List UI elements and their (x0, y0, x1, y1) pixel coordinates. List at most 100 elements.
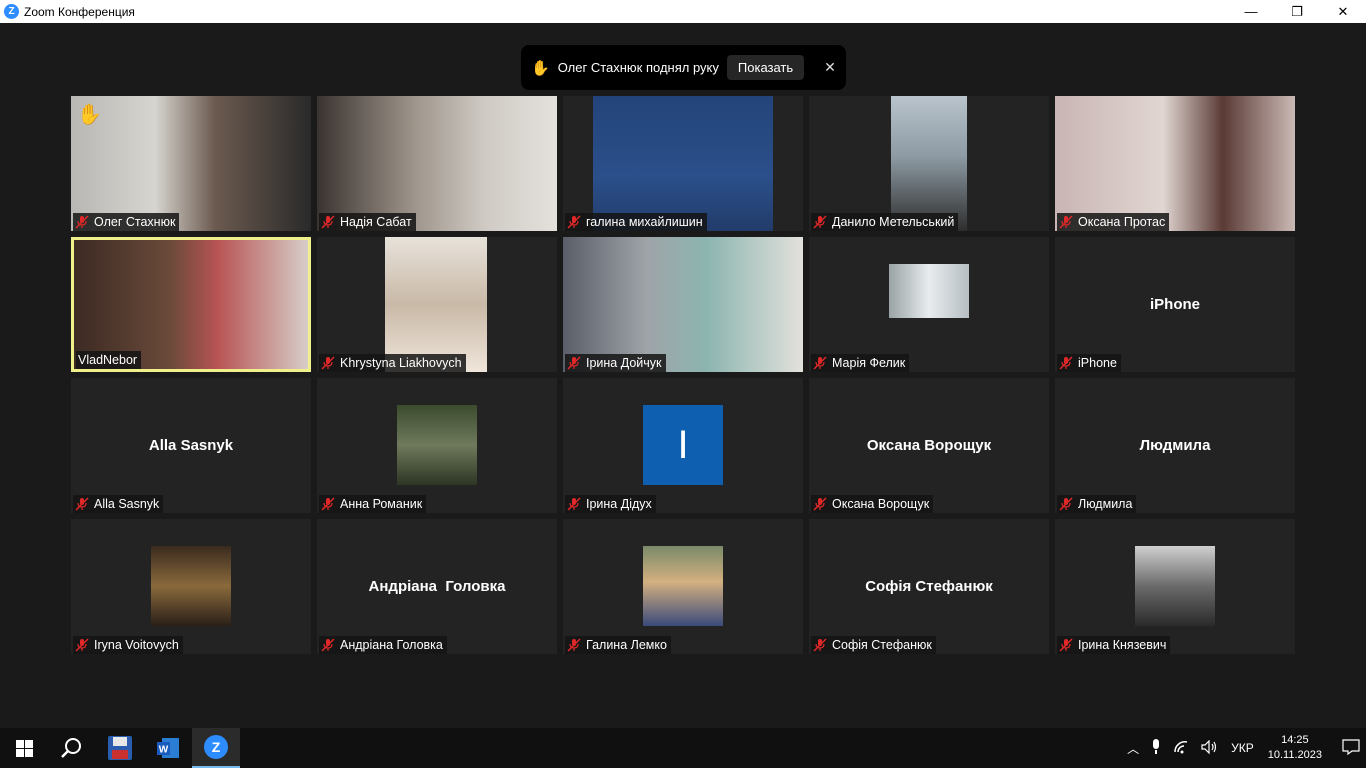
participant-video (643, 546, 723, 626)
participant-name-label: Ірина Дойчук (565, 354, 666, 372)
participant-name: галина михайлишин (586, 215, 703, 229)
participant-name-label: Анна Романик (319, 495, 427, 513)
participant-display-name: Оксана Ворощук (866, 437, 992, 454)
participant-name: Ірина Дідух (586, 497, 652, 511)
raised-hand-icon: ✋ (531, 59, 550, 77)
participant-tile[interactable]: Ірина Князевич (1055, 519, 1295, 654)
muted-mic-icon (321, 215, 335, 229)
participant-tile[interactable]: Alla Sasnyk Alla Sasnyk (71, 378, 311, 513)
participant-video (891, 96, 967, 231)
notifications-icon[interactable] (1342, 738, 1360, 758)
participant-tile[interactable]: Оксана Ворощук Оксана Ворощук (809, 378, 1049, 513)
maximize-button[interactable]: ❐ (1274, 0, 1320, 23)
participant-tile[interactable]: Ірина Дойчук (563, 237, 803, 372)
participant-name-label: Надія Сабат (319, 213, 416, 231)
participant-name-label: Ірина Дідух (565, 495, 656, 513)
muted-mic-icon (567, 215, 581, 229)
participant-name-label: галина михайлишин (565, 213, 707, 231)
clock-date: 10.11.2023 (1267, 749, 1322, 761)
participant-name-label: Данило Метельський (811, 213, 959, 231)
volume-icon[interactable] (1201, 739, 1219, 757)
participant-name: Олег Стахнюк (94, 215, 176, 229)
window-controls: — ❐ ✕ (1228, 0, 1366, 23)
muted-mic-icon (813, 356, 827, 370)
participant-display-name: Андріана Головка (368, 578, 506, 595)
participant-name-label: Ірина Князевич (1057, 636, 1171, 654)
participant-tile[interactable]: галина михайлишин (563, 96, 803, 231)
muted-mic-icon (813, 497, 827, 511)
muted-mic-icon (813, 638, 827, 652)
participant-tile[interactable]: Данило Метельський (809, 96, 1049, 231)
participant-display-name: Alla Sasnyk (148, 437, 234, 454)
muted-mic-icon (1059, 215, 1073, 229)
participant-video (1135, 546, 1215, 626)
participant-name-label: Iryna Voitovych (73, 636, 183, 654)
zoom-taskbar-icon[interactable]: Z (192, 728, 240, 768)
participant-name-label: iPhone (1057, 354, 1121, 372)
word-icon[interactable]: W (144, 728, 192, 768)
muted-mic-icon (321, 638, 335, 652)
participant-tile[interactable]: Надія Сабат (317, 96, 557, 231)
search-icon[interactable] (48, 728, 96, 768)
clock[interactable]: 14:25 10.11.2023 (1268, 733, 1322, 763)
participant-name: Ірина Дойчук (586, 356, 662, 370)
participant-name-label: VladNebor (76, 351, 142, 369)
participant-name-label: Софія Стефанюк (811, 636, 936, 654)
participant-name: Khrystyna Liakhovych (340, 356, 462, 370)
participant-name-label: Людмила (1057, 495, 1137, 513)
chevron-up-icon[interactable]: ︿ (1127, 740, 1139, 757)
participant-name: Андріана Головка (340, 638, 443, 652)
participant-name-label: Марія Фелик (811, 354, 910, 372)
participant-tile[interactable]: Софія Стефанюк Софія Стефанюк (809, 519, 1049, 654)
participant-name: Марія Фелик (832, 356, 906, 370)
participant-display-name: Софія Стефанюк (865, 578, 993, 595)
minimize-button[interactable]: — (1228, 0, 1274, 23)
participant-video (385, 237, 487, 372)
notification-close-icon[interactable]: ✕ (824, 59, 836, 76)
muted-mic-icon (321, 497, 335, 511)
participant-name: Людмила (1078, 497, 1133, 511)
svg-text:Z: Z (212, 739, 221, 755)
participant-tile[interactable]: I Ірина Дідух (563, 378, 803, 513)
participant-video (889, 264, 969, 318)
participant-tile[interactable]: Галина Лемко (563, 519, 803, 654)
participant-tile[interactable]: Khrystyna Liakhovych (317, 237, 557, 372)
wifi-icon[interactable] (1173, 740, 1189, 757)
muted-mic-icon (567, 638, 581, 652)
participant-name: Iryna Voitovych (94, 638, 179, 652)
windows-start-icon[interactable] (0, 728, 48, 768)
participant-video (317, 96, 557, 231)
participant-tile[interactable]: Iryna Voitovych (71, 519, 311, 654)
participant-tile[interactable]: Анна Романик (317, 378, 557, 513)
muted-mic-icon (1059, 638, 1073, 652)
participant-name: Оксана Ворощук (832, 497, 930, 511)
participant-tile[interactable]: ✋ Олег Стахнюк (71, 96, 311, 231)
raise-hand-notification: ✋ Олег Стахнюк поднял руку Показать ✕ (521, 45, 846, 90)
close-button[interactable]: ✕ (1320, 0, 1366, 23)
participant-tile[interactable]: Андріана Головка Андріана Головка (317, 519, 557, 654)
show-button[interactable]: Показать (726, 55, 805, 80)
notification-text: Олег Стахнюк поднял руку (557, 60, 719, 75)
participant-video (563, 237, 803, 372)
window-titlebar: Z Zoom Конференция — ❐ ✕ (0, 0, 1366, 23)
participant-tile[interactable]: Людмила Людмила (1055, 378, 1295, 513)
participant-name: Софія Стефанюк (832, 638, 932, 652)
participant-display-name: iPhone (1149, 296, 1200, 313)
muted-mic-icon (75, 215, 89, 229)
participant-tile[interactable]: iPhone iPhone (1055, 237, 1295, 372)
language-indicator[interactable]: УКР (1231, 741, 1254, 755)
participant-video (71, 96, 311, 231)
participant-video (151, 546, 231, 626)
participant-name-label: Галина Лемко (565, 636, 671, 654)
participant-name-label: Оксана Протас (1057, 213, 1170, 231)
microphone-icon[interactable] (1151, 738, 1161, 758)
participant-tile[interactable]: Марія Фелик (809, 237, 1049, 372)
participant-name: Alla Sasnyk (94, 497, 160, 511)
muted-mic-icon (813, 215, 827, 229)
participant-name: Галина Лемко (586, 638, 667, 652)
participant-tile[interactable]: Оксана Протас (1055, 96, 1295, 231)
participant-tile[interactable]: VladNebor (71, 237, 311, 372)
save-app-icon[interactable] (96, 728, 144, 768)
raised-hand-icon: ✋ (77, 104, 102, 126)
participant-video (1055, 96, 1295, 231)
